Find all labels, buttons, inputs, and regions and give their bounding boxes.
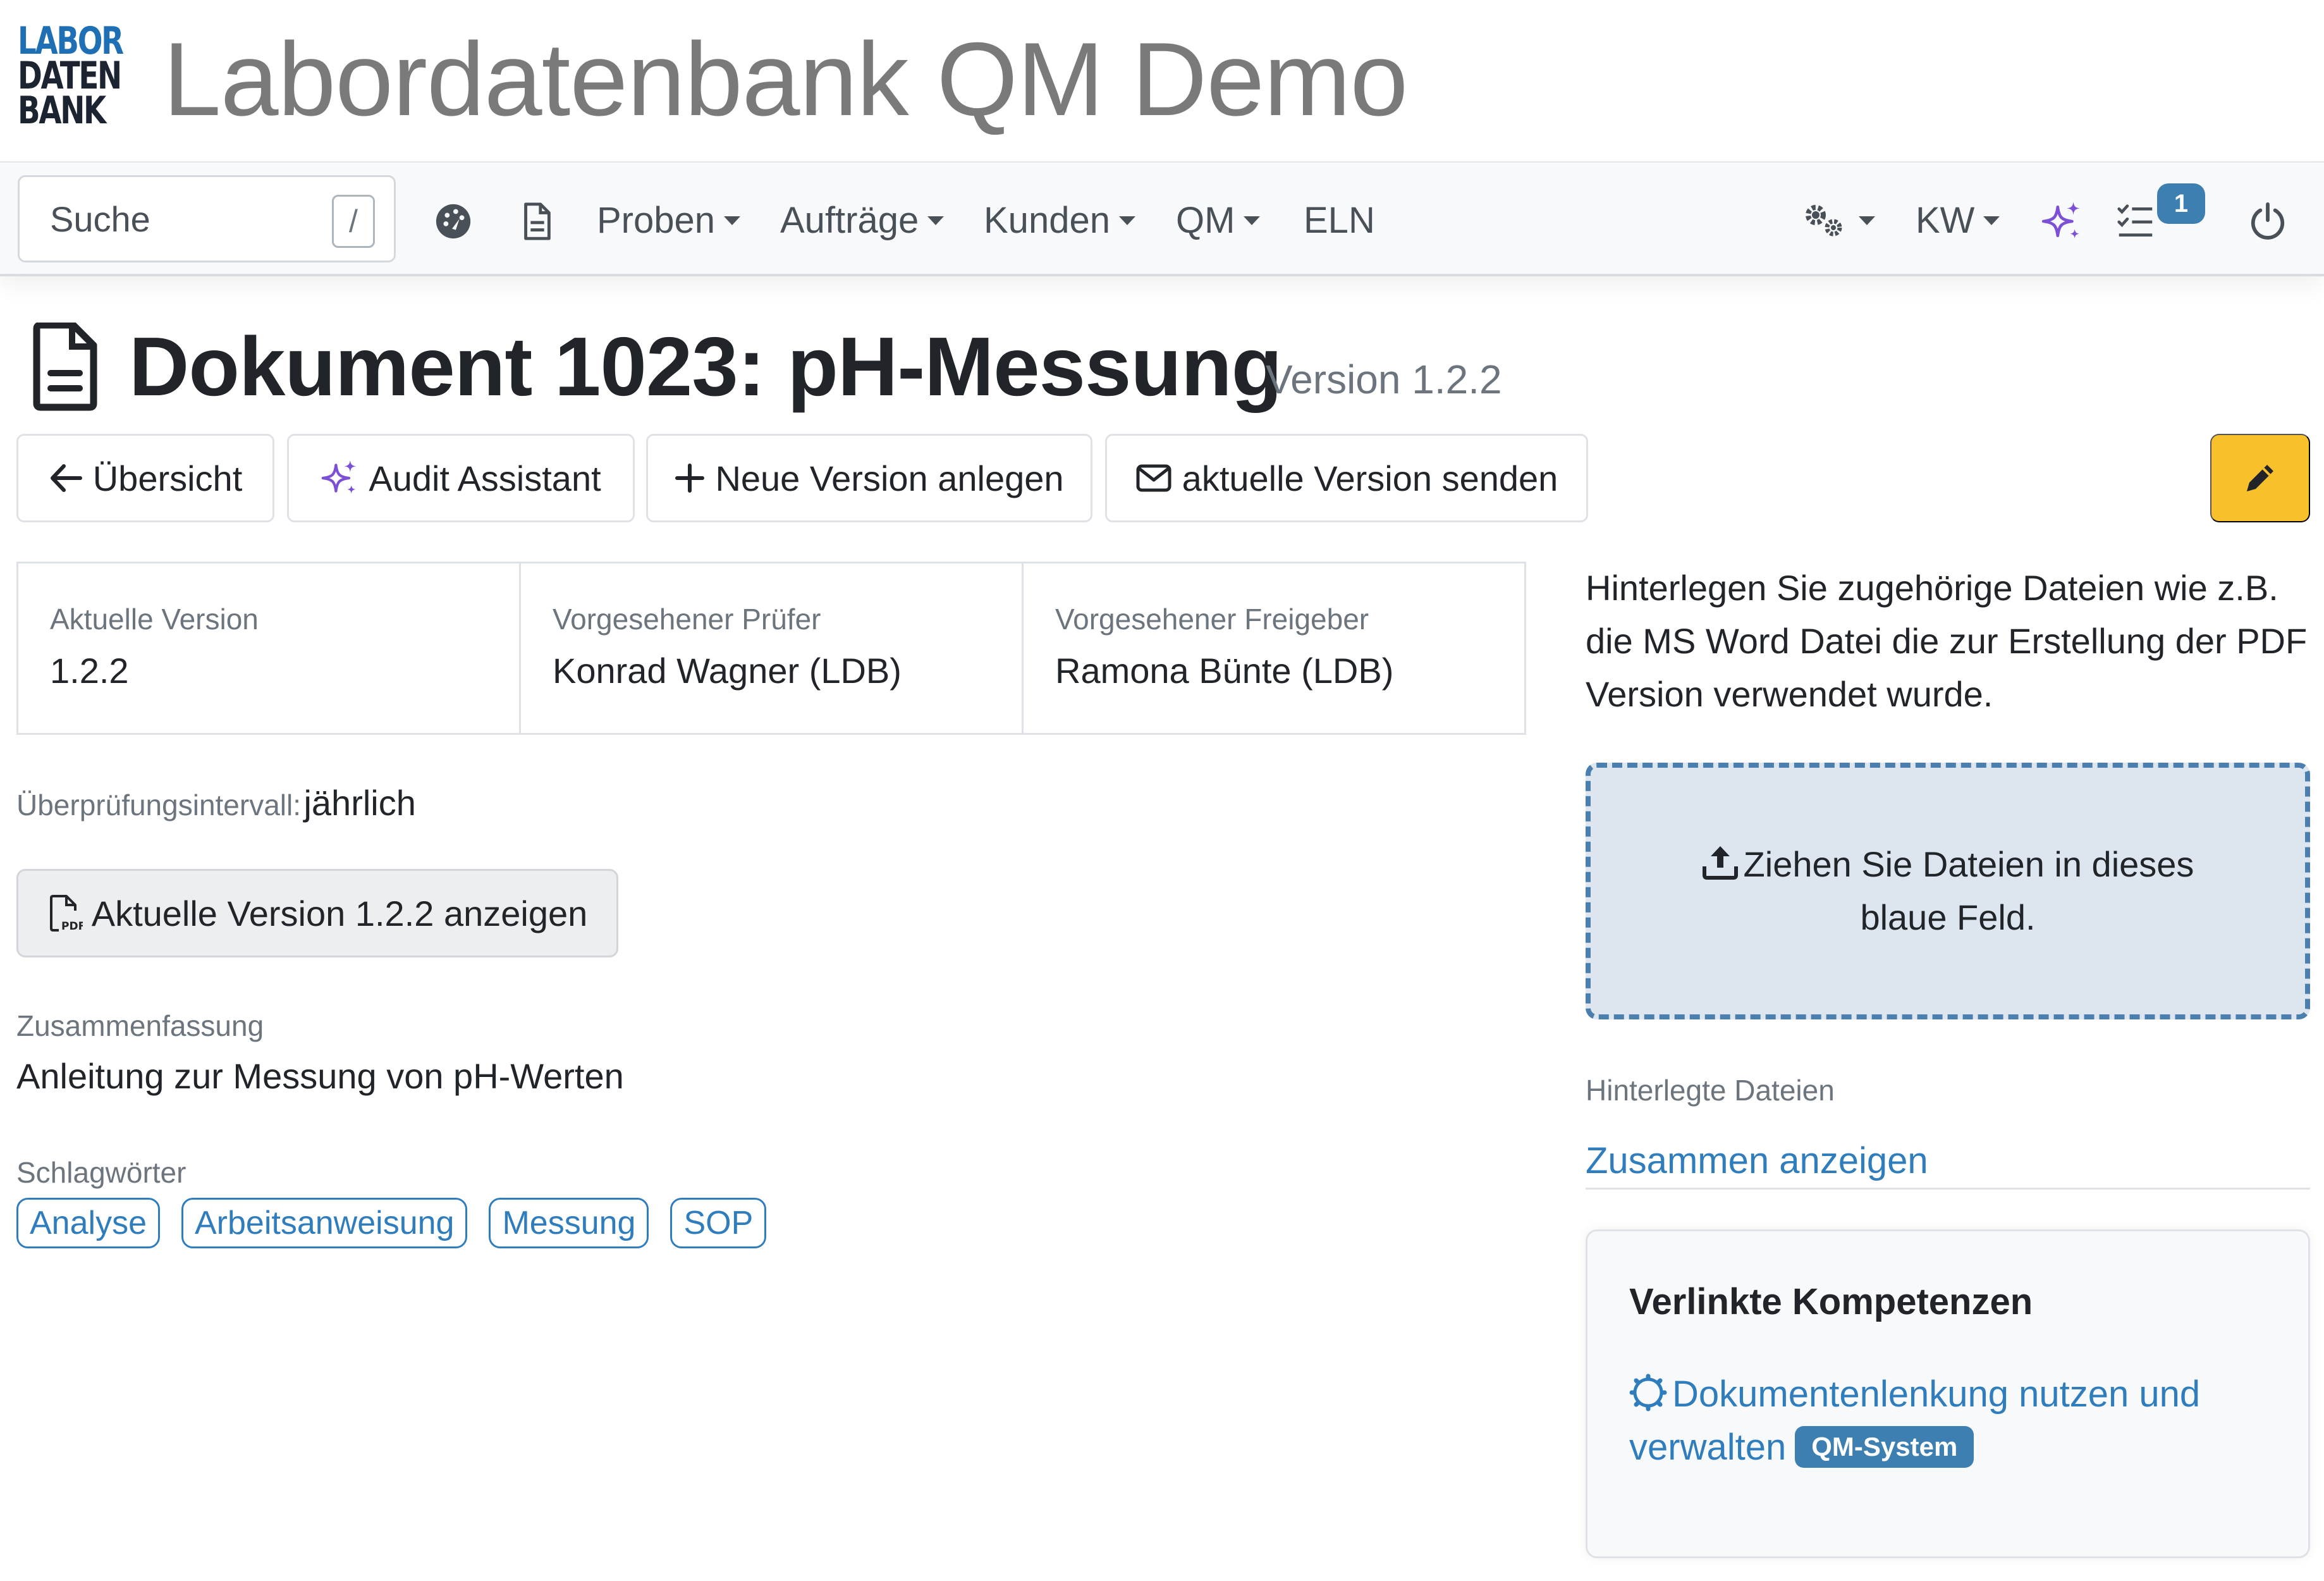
tag-analyse[interactable]: Analyse xyxy=(16,1198,160,1248)
plus-icon xyxy=(675,464,705,493)
dropzone-text: Ziehen Sie Dateien in dieses blaue Feld. xyxy=(1667,838,2229,944)
review-interval-value: jährlich xyxy=(303,783,416,823)
dropzone-label: Ziehen Sie Dateien in dieses blaue Feld. xyxy=(1743,844,2194,937)
approver-cell: Vorgesehener Freigeber Ramona Bünte (LDB… xyxy=(1024,563,1524,733)
competence-link[interactable]: Dokumentenlenkung nutzen und verwalten QM… xyxy=(1629,1368,2261,1474)
nav-proben-label: Proben xyxy=(597,200,716,241)
nav-qm[interactable]: QM xyxy=(1176,194,1261,247)
upload-icon xyxy=(1702,846,1738,880)
nav-auftraege[interactable]: Aufträge xyxy=(780,194,945,247)
user-menu[interactable]: KW xyxy=(1916,194,2000,247)
new-version-label: Neue Version anlegen xyxy=(715,458,1064,498)
summary-label: Zusammenfassung xyxy=(16,1009,264,1042)
review-interval-label: Überprüfungsintervall: xyxy=(16,789,302,821)
nav-auftraege-label: Aufträge xyxy=(780,200,919,241)
dashboard-icon[interactable] xyxy=(434,202,473,241)
document-version: Version 1.2.2 xyxy=(1266,357,1502,402)
svg-text:PDF: PDF xyxy=(61,920,83,932)
tasks-count-badge: 1 xyxy=(2157,183,2205,224)
tag-messung[interactable]: Messung xyxy=(489,1198,649,1248)
summary-text: Anleitung zur Messung von pH-Werten xyxy=(16,1056,624,1096)
current-version-value: 1.2.2 xyxy=(50,651,129,691)
pencil-icon xyxy=(2247,465,2273,491)
files-hint: Hinterlegen Sie zugehörige Dateien wie z… xyxy=(1586,568,2308,714)
send-version-button[interactable]: aktuelle Version senden xyxy=(1105,434,1588,522)
stored-files-label: Hinterlegte Dateien xyxy=(1586,1074,1835,1107)
nav-qm-label: QM xyxy=(1176,200,1235,241)
sparkles-icon[interactable] xyxy=(2041,200,2082,242)
arrow-left-icon xyxy=(50,464,82,492)
tag-sop[interactable]: SOP xyxy=(670,1198,767,1248)
overview-button-label: Übersicht xyxy=(92,458,243,498)
linked-competences-card: Verlinkte Kompetenzen Dokumentenlenkung … xyxy=(1586,1229,2310,1558)
new-version-button[interactable]: Neue Version anlegen xyxy=(646,434,1092,522)
reviewer-value: Konrad Wagner (LDB) xyxy=(553,651,902,691)
page-title: Dokument 1023: pH-Messung xyxy=(129,320,1282,413)
nav-kunden-label: Kunden xyxy=(984,200,1110,241)
nav-kunden[interactable]: Kunden xyxy=(984,194,1135,247)
user-initials: KW xyxy=(1916,200,1975,241)
chevron-down-icon xyxy=(1244,216,1261,225)
logo-line-1: LABOR xyxy=(18,19,124,63)
chevron-down-icon xyxy=(1859,216,1875,225)
power-icon[interactable] xyxy=(2248,202,2287,241)
settings-gears-icon xyxy=(1806,205,1842,237)
review-interval: Überprüfungsintervall: jährlich xyxy=(16,780,416,835)
chevron-down-icon xyxy=(927,216,945,225)
edit-button[interactable] xyxy=(2210,434,2310,522)
envelope-icon xyxy=(1136,464,1171,492)
overview-button[interactable]: Übersicht xyxy=(16,434,274,522)
reviewer-label: Vorgesehener Prüfer xyxy=(553,603,821,636)
nav-eln[interactable]: ELN xyxy=(1304,194,1375,247)
approver-value: Ramona Bünte (LDB) xyxy=(1055,651,1394,691)
document-info-grid: Aktuelle Version 1.2.2 Vorgesehener Prüf… xyxy=(16,562,1526,735)
send-version-label: aktuelle Version senden xyxy=(1182,458,1558,498)
task-list-icon[interactable] xyxy=(2117,203,2155,241)
chevron-down-icon xyxy=(1983,216,2000,225)
files-divider xyxy=(1586,1188,2310,1190)
spinner-gear-icon xyxy=(1629,1374,1667,1412)
sparkles-icon xyxy=(321,460,357,494)
audit-assistant-button[interactable]: Audit Assistant xyxy=(287,434,635,522)
show-all-files-link[interactable]: Zusammen anzeigen xyxy=(1586,1136,1928,1186)
chevron-down-icon xyxy=(1118,216,1135,225)
reviewer-cell: Vorgesehener Prüfer Konrad Wagner (LDB) xyxy=(521,563,1024,733)
chevron-down-icon xyxy=(724,216,741,225)
file-dropzone[interactable]: Ziehen Sie Dateien in dieses blaue Feld. xyxy=(1586,763,2310,1019)
brand-header: LABOR DATEN BANK Labordatenbank QM Demo xyxy=(0,0,2324,161)
show-pdf-label: Aktuelle Version 1.2.2 anzeigen xyxy=(91,893,588,933)
keywords-label: Schlagwörter xyxy=(16,1156,187,1189)
linked-competences-title: Verlinkte Kompetenzen xyxy=(1629,1281,2033,1322)
tag-arbeitsanweisung[interactable]: Arbeitsanweisung xyxy=(181,1198,468,1248)
logo-line-3: BANK xyxy=(18,89,106,133)
document-icon[interactable] xyxy=(517,202,556,241)
app-title: Labordatenbank QM Demo xyxy=(163,21,1408,137)
logo-line-2: DATEN xyxy=(18,54,122,98)
main-navbar: / Proben Aufträge Kunden QM ELN xyxy=(0,161,2324,276)
file-lines-icon xyxy=(33,323,97,411)
show-pdf-button[interactable]: PDF Aktuelle Version 1.2.2 anzeigen xyxy=(16,869,618,957)
file-pdf-icon: PDF xyxy=(49,895,83,932)
current-version-label: Aktuelle Version xyxy=(50,603,259,636)
app-logo[interactable]: LABOR DATEN BANK xyxy=(18,19,125,133)
search-box: / xyxy=(18,175,396,262)
audit-assistant-label: Audit Assistant xyxy=(369,458,601,498)
keyword-tags: Analyse Arbeitsanweisung Messung SOP xyxy=(16,1198,767,1248)
approver-label: Vorgesehener Freigeber xyxy=(1055,603,1369,636)
nav-eln-label: ELN xyxy=(1304,200,1375,241)
competence-category-badge: QM-System xyxy=(1795,1426,1974,1468)
search-shortcut-hint: / xyxy=(332,195,375,248)
settings-menu[interactable] xyxy=(1802,194,1875,247)
nav-proben[interactable]: Proben xyxy=(597,194,741,247)
current-version-cell: Aktuelle Version 1.2.2 xyxy=(18,563,521,733)
